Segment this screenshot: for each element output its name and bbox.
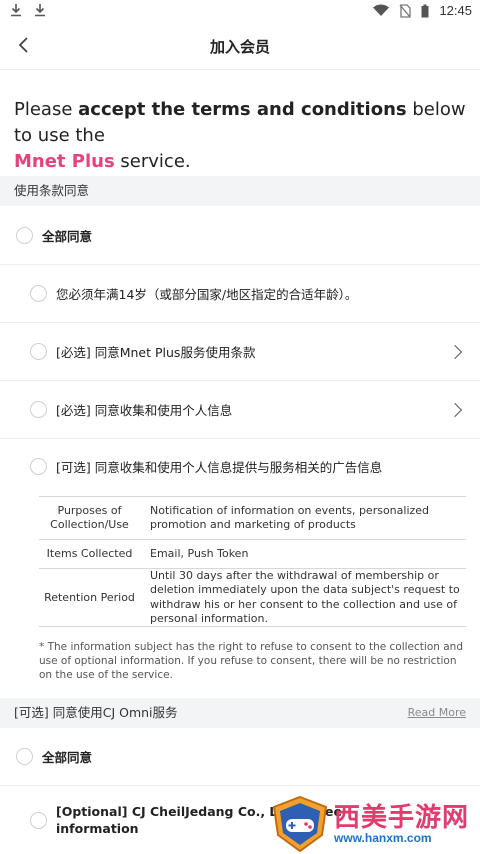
intro-part-1: Please (14, 99, 79, 120)
wifi-icon (373, 4, 390, 16)
section-header-cj: [可选] 同意使用CJ Omni服务 Read More (0, 698, 480, 728)
watermark-url: www.hanxm.com (334, 831, 432, 845)
table-value: Notification of information on events, p… (150, 503, 430, 532)
agree-all-row-cj[interactable]: 全部同意 (0, 728, 480, 786)
terms-item-privacy[interactable]: [必选] 同意收集和使用个人信息 (0, 381, 480, 439)
clock: 12:45 (439, 3, 472, 18)
terms-item-age[interactable]: 您必须年满14岁（或部分国家/地区指定的合适年龄）。 (0, 265, 480, 323)
terms-item-service[interactable]: [必选] 同意Mnet Plus服务使用条款 (0, 323, 480, 381)
consent-note: * The information subject has the right … (39, 641, 463, 681)
watermark-text: 西美手游网 (334, 803, 470, 833)
terms-item-marketing[interactable]: [可选] 同意收集和使用个人信息提供与服务相关的广告信息 (0, 439, 480, 493)
checkbox[interactable] (30, 401, 47, 418)
agree-all-label: 全部同意 (42, 228, 93, 244)
checkbox[interactable] (30, 811, 47, 829)
table-row: Retention Period Until 30 days after the… (39, 569, 466, 627)
terms-item-label: 您必须年满14岁（或部分国家/地区指定的合适年龄）。 (56, 287, 358, 302)
cj-terms-line-2: information (56, 821, 139, 836)
table-key: Retention Period (44, 590, 135, 604)
watermark: 西美手游网 www.hanxm.com (268, 795, 478, 853)
page-title: 加入会员 (209, 38, 270, 56)
checkbox[interactable] (30, 457, 47, 475)
download-icon (35, 4, 45, 17)
section-title: [可选] 同意使用CJ Omni服务 (14, 705, 178, 720)
status-bar: 12:45 (0, 0, 480, 22)
agree-all-checkbox[interactable] (16, 226, 33, 244)
terms-item-label: [必选] 同意收集和使用个人信息 (56, 403, 233, 418)
info-table: Purposes of Collection/Use Notification … (39, 496, 466, 627)
table-key: Purposes of Collection/Use (50, 504, 129, 531)
table-key: Items Collected (46, 547, 133, 560)
section-header-terms: 使用条款同意 (0, 176, 480, 206)
agree-all-label: 全部同意 (42, 750, 93, 765)
app-header: 加入会员 (0, 22, 480, 70)
terms-item-label: [必选] 同意Mnet Plus服务使用条款 (56, 345, 256, 360)
intro-part-4: service. (114, 151, 191, 172)
intro-emphasis: accept the terms and conditions (78, 99, 407, 120)
battery-icon (421, 4, 429, 17)
brand-name: Mnet Plus (14, 151, 115, 172)
read-more-link[interactable]: Read More (408, 698, 466, 728)
table-value: Until 30 days after the withdrawal of me… (150, 568, 460, 626)
chevron-right-icon[interactable] (447, 344, 463, 359)
chevron-right-icon[interactable] (447, 402, 463, 417)
intro-text: Please accept the terms and conditions b… (14, 97, 470, 175)
agree-all-checkbox[interactable] (16, 748, 33, 765)
download-icon (11, 4, 21, 17)
agree-all-row[interactable]: 全部同意 (0, 206, 480, 265)
terms-item-label: [可选] 同意收集和使用个人信息提供与服务相关的广告信息 (56, 459, 383, 475)
gamepad-shield-logo (272, 795, 328, 853)
section-title: 使用条款同意 (14, 183, 90, 198)
no-sim-icon (399, 3, 412, 18)
checkbox[interactable] (30, 343, 47, 360)
checkbox[interactable] (30, 285, 47, 302)
table-row: Purposes of Collection/Use Notification … (39, 497, 466, 540)
